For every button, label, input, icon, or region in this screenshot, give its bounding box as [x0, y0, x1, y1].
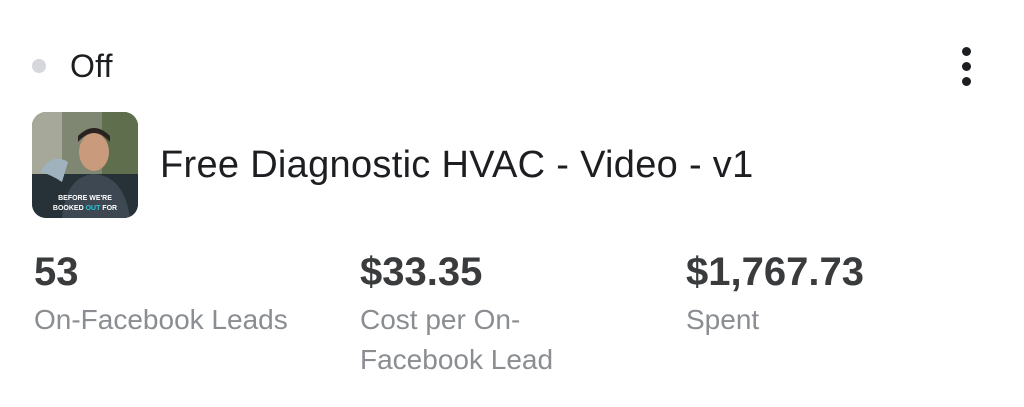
status-row: Off — [32, 44, 113, 88]
more-vertical-icon — [961, 46, 971, 56]
more-options-button[interactable] — [944, 42, 988, 90]
ad-name[interactable]: Free Diagnostic HVAC - Video - v1 — [160, 144, 754, 187]
metrics-row: 53 On-Facebook Leads $33.35 Cost per On-… — [34, 248, 994, 398]
metric-label: On-Facebook Leads — [34, 304, 288, 335]
thumbnail-caption-1: BEFORE WE'RE — [58, 195, 112, 202]
metric-value: 53 — [34, 250, 79, 294]
more-vertical-icon-dot — [961, 76, 971, 86]
ad-card[interactable]: Off BEFORE WE'RE BOOKED OUT FOR Free Dia… — [0, 0, 1024, 407]
metric-label: Cost per On-Facebook Lead — [360, 304, 554, 375]
metric-label: Spent — [686, 304, 760, 335]
thumbnail-caption-2: BOOKED OUT FOR — [53, 205, 117, 212]
metric-value: $1,767.73 — [686, 250, 864, 294]
video-thumbnail-icon: BEFORE WE'RE BOOKED OUT FOR — [32, 112, 138, 218]
ad-row[interactable]: BEFORE WE'RE BOOKED OUT FOR Free Diagnos… — [32, 112, 754, 218]
metric-leads: 53 On-Facebook Leads — [34, 248, 354, 340]
metric-spent: $1,767.73 Spent — [686, 248, 986, 340]
metric-value: $33.35 — [360, 250, 483, 294]
ad-thumbnail[interactable]: BEFORE WE'RE BOOKED OUT FOR — [32, 112, 138, 218]
more-vertical-icon-dot — [961, 61, 971, 71]
status-label: Off — [70, 47, 113, 84]
status-dot-icon — [32, 59, 46, 73]
metric-cost-per-lead: $33.35 Cost per On-Facebook Lead — [360, 248, 600, 380]
